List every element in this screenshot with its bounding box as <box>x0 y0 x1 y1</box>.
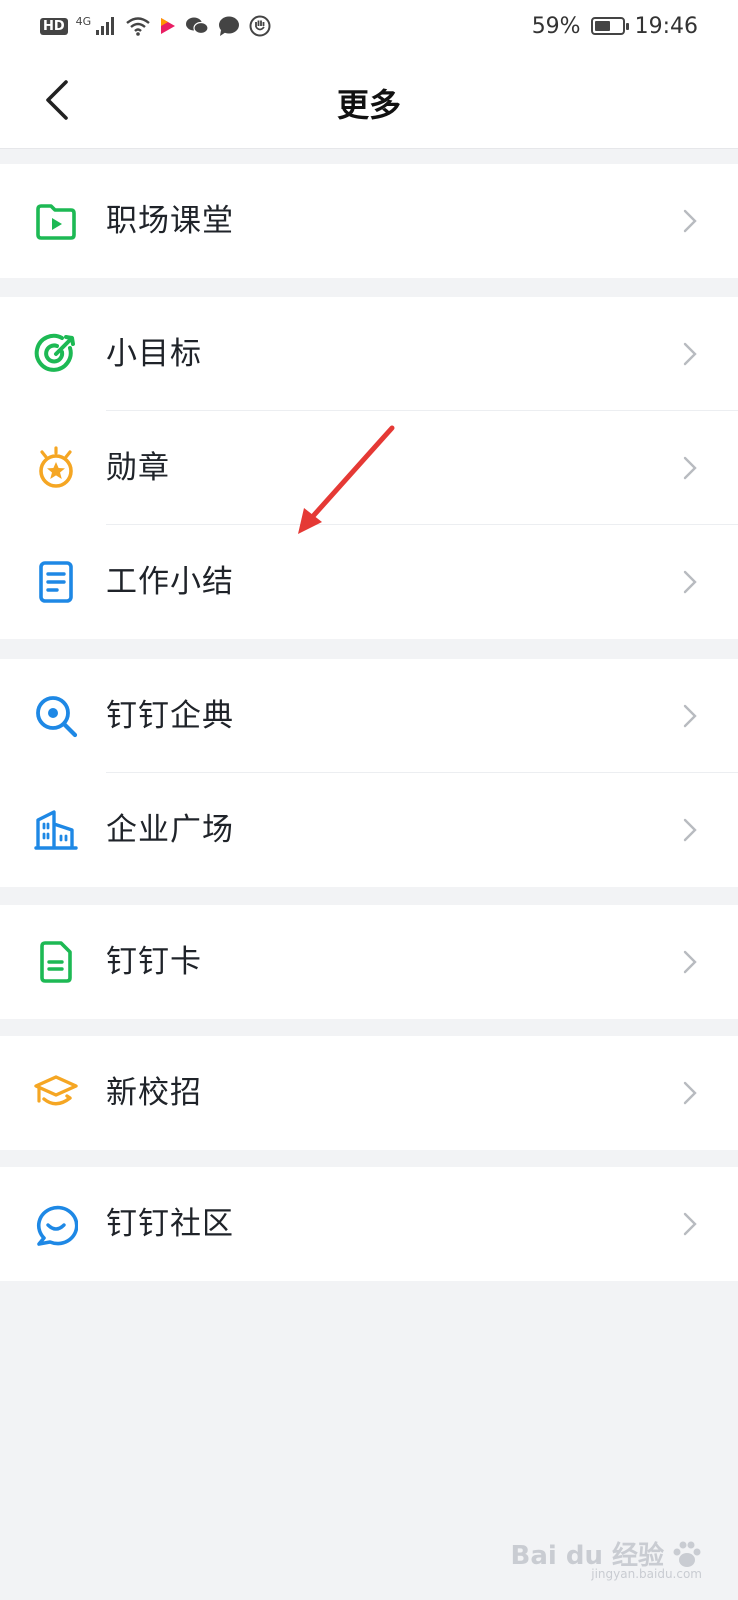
wifi-icon <box>126 17 150 36</box>
status-icons: HD 4G <box>40 13 271 39</box>
watermark: Bai du 经验 jingyan.baidu.com <box>511 1535 705 1581</box>
video-app-icon <box>161 18 176 34</box>
chevron-right-icon <box>683 1081 697 1105</box>
battery-fill <box>594 21 610 31</box>
menu-group: 职场课堂 <box>0 164 738 278</box>
chevron-right-icon <box>683 950 697 974</box>
shield-icon <box>249 15 271 37</box>
chevron-right-icon <box>683 1212 697 1236</box>
menu-item-career-class[interactable]: 职场课堂 <box>0 164 738 278</box>
graduation-cap-icon <box>34 1075 78 1106</box>
menu-item-label: 勋章 <box>106 450 170 486</box>
menu-group: 钉钉卡 <box>0 905 738 1019</box>
video-folder-icon <box>36 204 76 240</box>
building-icon <box>34 810 78 850</box>
watermark-url: jingyan.baidu.com <box>591 1567 702 1581</box>
menu-group: 小目标 勋章 工作小结 <box>0 297 738 639</box>
menu-item-label: 钉钉社区 <box>106 1206 234 1242</box>
chevron-right-icon <box>683 704 697 728</box>
document-icon <box>39 561 73 603</box>
chat-bubble-icon <box>36 1205 78 1246</box>
menu-item-small-goal[interactable]: 小目标 <box>0 297 738 411</box>
clock: 19:46 <box>634 13 698 39</box>
signal-icon <box>96 17 115 35</box>
menu-item-medal[interactable]: 勋章 <box>0 411 738 525</box>
medal-icon <box>39 446 73 488</box>
menu-item-label: 钉钉企典 <box>106 698 234 734</box>
card-icon <box>40 941 72 983</box>
battery-icon <box>590 17 629 35</box>
wechat-icon <box>186 17 209 35</box>
menu-item-label: 小目标 <box>106 336 202 372</box>
paw-icon <box>673 1541 701 1567</box>
chevron-right-icon <box>683 818 697 842</box>
status-right: 59% 19:46 <box>532 10 698 42</box>
hd-icon: HD <box>40 17 68 35</box>
menu-item-label: 职场课堂 <box>106 203 234 239</box>
chevron-right-icon <box>683 570 697 594</box>
menu-item-label: 工作小结 <box>106 564 234 600</box>
navigation-bar: 更多 <box>0 52 738 149</box>
menu-group: 钉钉社区 <box>0 1167 738 1281</box>
page-title: 更多 <box>336 86 401 124</box>
status-bar: HD 4G 59% 19:46 <box>0 0 738 52</box>
menu-item-label: 新校招 <box>106 1075 202 1111</box>
menu-item-community[interactable]: 钉钉社区 <box>0 1167 738 1281</box>
target-icon <box>34 333 75 372</box>
menu-item-work-summary[interactable]: 工作小结 <box>0 525 738 639</box>
menu-item-dingtalk-card[interactable]: 钉钉卡 <box>0 905 738 1019</box>
menu-item-label: 企业广场 <box>106 812 234 848</box>
network-type-label: 4G <box>75 14 92 28</box>
chevron-right-icon <box>683 342 697 366</box>
search-icon <box>36 696 78 738</box>
chevron-right-icon <box>683 456 697 480</box>
battery-percent: 59% <box>531 13 581 39</box>
menu-group: 新校招 <box>0 1036 738 1150</box>
menu-item-label: 钉钉卡 <box>106 944 202 980</box>
menu-item-enterprise-square[interactable]: 企业广场 <box>0 773 738 887</box>
menu-item-enterprise-dictionary[interactable]: 钉钉企典 <box>0 659 738 773</box>
message-icon <box>219 16 240 36</box>
menu-group: 钉钉企典 企业广场 <box>0 659 738 887</box>
chevron-right-icon <box>683 209 697 233</box>
menu-item-campus-recruit[interactable]: 新校招 <box>0 1036 738 1150</box>
